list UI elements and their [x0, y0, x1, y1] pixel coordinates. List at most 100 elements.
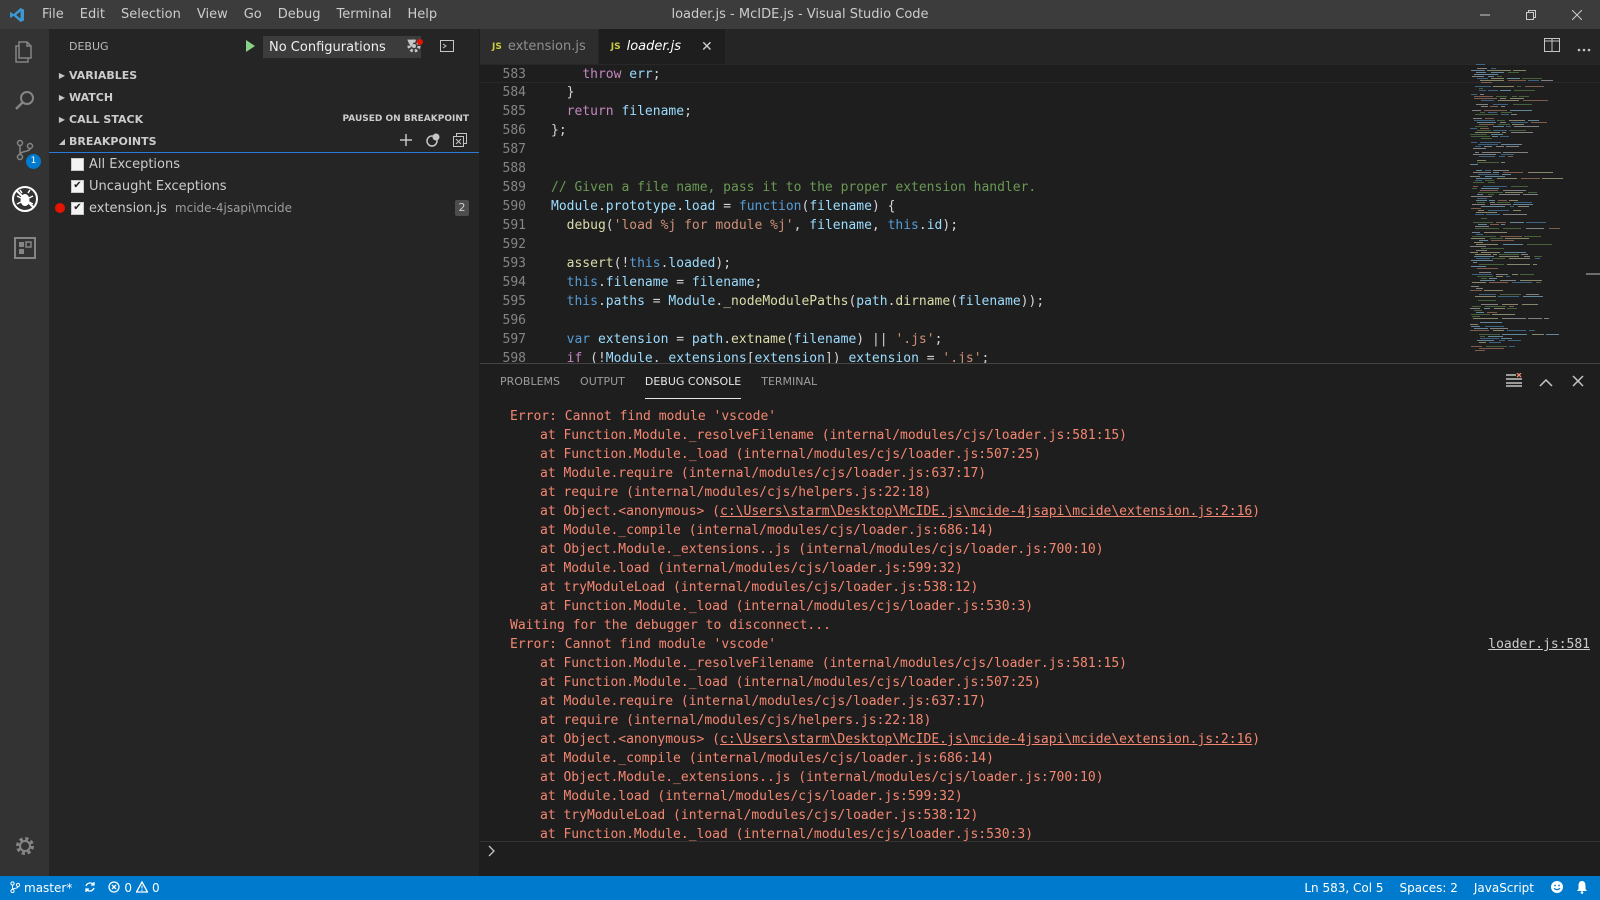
breakpoints-section[interactable]: ◢ BREAKPOINTS [49, 130, 479, 152]
close-panel-button[interactable] [1562, 364, 1594, 399]
tab-problems[interactable]: PROBLEMS [500, 364, 560, 399]
breakpoint-dot-icon [55, 203, 65, 213]
tab-label: loader.js [626, 39, 682, 54]
remove-all-breakpoints-button[interactable] [446, 130, 473, 152]
add-breakpoint-button[interactable] [392, 130, 419, 152]
branch-status[interactable]: master* [0, 876, 78, 900]
console-text: at Object.Module._extensions..js (intern… [540, 770, 1104, 785]
console-line: at Function.Module._load (internal/modul… [510, 673, 1600, 692]
checkbox-unchecked[interactable] [71, 157, 84, 171]
restore-button[interactable] [1508, 0, 1554, 29]
tab-loader-js[interactable]: JS loader.js ✕ [598, 29, 726, 64]
debug-console-icon[interactable] [439, 38, 455, 57]
breakpoints-label: BREAKPOINTS [69, 134, 157, 148]
minimize-button[interactable] [1462, 0, 1508, 29]
tab-output[interactable]: OUTPUT [580, 364, 625, 399]
debug-activity[interactable] [0, 176, 49, 225]
code-line[interactable]: 590 Module.prototype.load = function(file… [480, 197, 1600, 216]
split-editor-button[interactable] [1536, 29, 1568, 64]
line-number: 584 [502, 85, 526, 100]
code-line[interactable]: 592 [480, 235, 1600, 254]
minimap[interactable] [1470, 64, 1570, 363]
manage-activity[interactable] [0, 823, 49, 872]
line-content: Module.prototype.load = function(filenam… [551, 199, 896, 214]
console-line: Error: Cannot find module 'vscode' loader… [510, 635, 1600, 654]
editor-actions [1536, 29, 1600, 64]
code-line[interactable]: 587 [480, 140, 1600, 159]
menu-go[interactable]: Go [236, 0, 270, 29]
more-actions-button[interactable] [1568, 29, 1600, 64]
settings-gear-icon[interactable] [406, 38, 424, 57]
console-file-link[interactable]: c:\Users\starm\Desktop\McIDE.js\mcide-4j… [720, 504, 1252, 519]
code-line[interactable]: 591 debug('load %j for module %j', filen… [480, 216, 1600, 235]
clear-console-button[interactable] [1498, 364, 1530, 399]
toggle-breakpoints-icon [425, 133, 440, 150]
breakpoint-uncaught-exceptions[interactable]: ✔ Uncaught Exceptions [49, 175, 479, 197]
code-line[interactable]: 584 } [480, 83, 1600, 102]
notifications-button[interactable] [1570, 876, 1600, 900]
variables-label: VARIABLES [69, 68, 138, 82]
call-stack-section[interactable]: ▶ CALL STACK PAUSED ON BREAKPOINT [49, 108, 479, 130]
menu-edit[interactable]: Edit [72, 0, 113, 29]
variables-section[interactable]: ▶ VARIABLES [49, 64, 479, 86]
line-number: 585 [502, 104, 526, 119]
code-line[interactable]: 589 // Given a file name, pass it to the … [480, 178, 1600, 197]
maximize-panel-button[interactable] [1530, 364, 1562, 399]
language-mode[interactable]: JavaScript [1464, 876, 1540, 900]
tab-debug-console[interactable]: DEBUG CONSOLE [644, 364, 742, 399]
menu-terminal[interactable]: Terminal [329, 0, 400, 29]
configuration-select[interactable]: No Configurations ▼ [263, 36, 421, 58]
chevron-right-icon: ▶ [58, 114, 66, 124]
console-source-link[interactable]: loader.js:581 [1488, 635, 1590, 654]
code-line[interactable]: 593 assert(!this.loaded); [480, 254, 1600, 273]
line-number: 596 [502, 313, 526, 328]
console-line: at Module.load (internal/modules/cjs/loa… [510, 787, 1600, 806]
console-text: at Module.require (internal/modules/cjs/… [540, 694, 987, 709]
toggle-breakpoints-button[interactable] [419, 130, 446, 152]
code-line[interactable]: 596 [480, 311, 1600, 330]
search-activity[interactable] [0, 78, 49, 127]
feedback-button[interactable] [1540, 876, 1570, 900]
call-stack-status: PAUSED ON BREAKPOINT [342, 114, 469, 124]
call-stack-label: CALL STACK [69, 112, 144, 126]
console-file-link[interactable]: c:\Users\starm\Desktop\McIDE.js\mcide-4j… [720, 732, 1252, 747]
editor-tabs: JS extension.js JS loader.js ✕ [480, 29, 1600, 64]
checkbox-checked[interactable]: ✔ [71, 179, 84, 193]
code-line[interactable]: 586}; [480, 121, 1600, 140]
breakpoint-all-exceptions[interactable]: All Exceptions [49, 153, 479, 175]
code-line[interactable]: 583 throw err; [480, 64, 1600, 83]
code-editor[interactable]: 583 throw err; 584 } 585 return filename; 5… [480, 64, 1600, 363]
explorer-activity[interactable] [0, 29, 49, 78]
console-input[interactable] [480, 841, 1600, 863]
code-line[interactable]: 597 var extension = path.extname(filenam… [480, 330, 1600, 349]
code-line[interactable]: 594 this.filename = filename; [480, 273, 1600, 292]
code-line[interactable]: 585 return filename; [480, 102, 1600, 121]
watch-section[interactable]: ▶ WATCH [49, 86, 479, 108]
source-control-activity[interactable]: 1 [0, 127, 49, 176]
console-line: at Function.Module._resolveFilename (int… [510, 426, 1600, 445]
menu-selection[interactable]: Selection [113, 0, 189, 29]
menu-help[interactable]: Help [399, 0, 445, 29]
problems-status[interactable]: 0 0 [102, 876, 165, 900]
vscode-window: File Edit Selection View Go Debug Termin… [0, 0, 1600, 900]
tab-extension-js[interactable]: JS extension.js [480, 29, 599, 64]
checkbox-checked[interactable]: ✔ [71, 201, 84, 215]
code-line[interactable]: 588 [480, 159, 1600, 178]
menu-file[interactable]: File [34, 0, 72, 29]
console-text: at require (internal/modules/cjs/helpers… [540, 485, 932, 500]
sync-status[interactable] [78, 876, 102, 900]
line-number: 597 [502, 332, 526, 347]
menu-view[interactable]: View [189, 0, 236, 29]
extensions-activity[interactable] [0, 225, 49, 274]
sidebar-title: DEBUG [69, 40, 109, 53]
indentation[interactable]: Spaces: 2 [1390, 876, 1464, 900]
tab-terminal[interactable]: TERMINAL [761, 364, 817, 399]
close-window-button[interactable] [1554, 0, 1600, 29]
close-tab-icon[interactable]: ✕ [701, 39, 713, 55]
menu-debug[interactable]: Debug [270, 0, 329, 29]
cursor-position[interactable]: Ln 583, Col 5 [1298, 876, 1389, 900]
code-line[interactable]: 595 this.paths = Module._nodeModulePaths… [480, 292, 1600, 311]
code-line[interactable]: 598 if (!Module._extensions[extension]) … [480, 349, 1600, 363]
breakpoint-extension-js[interactable]: ✔ extension.js mcide-4jsapi\mcide 2 [49, 197, 479, 219]
start-debugging-icon[interactable] [243, 39, 257, 56]
